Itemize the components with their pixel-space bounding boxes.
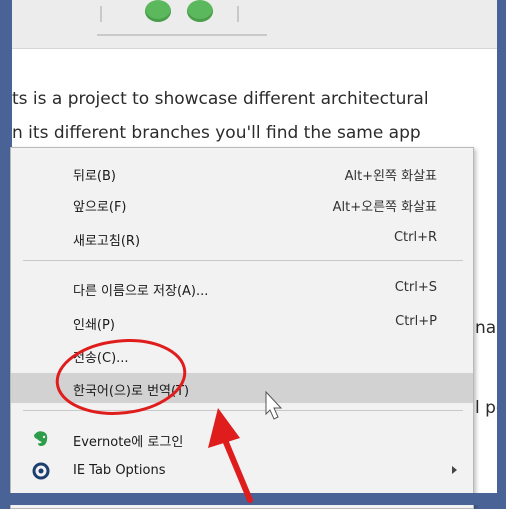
menu-item-print[interactable]: 인쇄(P) Ctrl+P xyxy=(11,307,473,337)
submenu-arrow-icon xyxy=(452,466,457,474)
menu-item-shortcut: Ctrl+P xyxy=(395,314,437,329)
banner-dot-2 xyxy=(187,0,213,22)
menu-item-shortcut: Alt+왼쪽 화살표 xyxy=(344,169,437,184)
menu-separator xyxy=(23,410,463,411)
browser-context-menu: 뒤로(B) Alt+왼쪽 화살표 앞으로(F) Alt+오른쪽 화살표 새로고침… xyxy=(10,147,474,509)
page-banner xyxy=(12,0,497,49)
menu-item-shortcut: Alt+오른쪽 화살표 xyxy=(332,200,437,215)
banner-rail xyxy=(97,34,267,36)
banner-tick-left xyxy=(100,6,102,22)
menu-item-label: 인쇄(P) xyxy=(73,318,115,333)
menu-item-shortcut: Ctrl+S xyxy=(394,280,437,295)
menu-item-shortcut: Ctrl+R xyxy=(393,230,437,245)
menu-item-back[interactable]: 뒤로(B) Alt+왼쪽 화살표 xyxy=(11,158,473,188)
menu-item-label: 앞으로(F) xyxy=(73,200,127,215)
menu-item-forward[interactable]: 앞으로(F) Alt+오른쪽 화살표 xyxy=(11,189,473,219)
menu-item-label: 다른 이름으로 저장(A)... xyxy=(73,284,209,299)
menu-separator xyxy=(23,260,463,261)
menu-item-label: 뒤로(B) xyxy=(73,169,116,184)
menu-item-label: 새로고침(R) xyxy=(73,234,141,249)
menu-item-ie-tab-options[interactable]: IE Tab Options xyxy=(11,456,473,486)
paragraph-fragment-right-2: l pe xyxy=(475,398,497,418)
menu-item-cast[interactable]: 전송(C)... xyxy=(11,340,473,370)
menu-item-reload[interactable]: 새로고침(R) Ctrl+R xyxy=(11,223,473,253)
menu-item-label: Evernote에 로그인 xyxy=(73,435,184,450)
menu-item-evernote[interactable]: Evernote에 로그인 xyxy=(11,424,473,454)
banner-dot-1 xyxy=(145,0,171,22)
menu-item-label: 한국어(으)로 번역(T) xyxy=(73,384,190,399)
menu-item-translate[interactable]: 한국어(으)로 번역(T) xyxy=(11,373,473,403)
slide-frame-right xyxy=(497,0,506,505)
paragraph-line-2: n its different branches you'll find the… xyxy=(12,123,421,143)
evernote-icon xyxy=(34,431,48,446)
banner-tick-right xyxy=(237,6,239,22)
slide-frame-bottom xyxy=(0,493,506,505)
menu-item-label: 전송(C)... xyxy=(73,351,129,366)
ie-tab-icon xyxy=(32,462,50,480)
menu-item-save-as[interactable]: 다른 이름으로 저장(A)... Ctrl+S xyxy=(11,273,473,303)
paragraph-fragment-right-1: nag xyxy=(475,318,497,338)
paragraph-line-1: ts is a project to showcase different ar… xyxy=(12,89,429,109)
menu-item-label: IE Tab Options xyxy=(73,463,166,478)
